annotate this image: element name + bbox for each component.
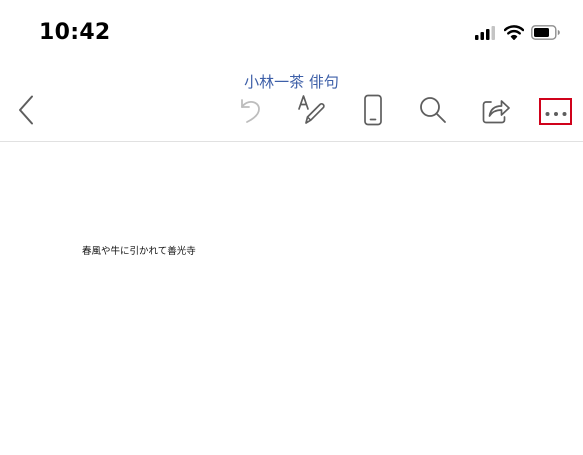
- document-title: 小林一茶 俳句: [244, 73, 339, 91]
- more-icon: [544, 102, 568, 121]
- wifi-icon: [503, 24, 525, 44]
- document-text: 春風や牛に引かれて善光寺: [82, 246, 196, 257]
- share-icon: [481, 95, 511, 129]
- search-icon: [418, 95, 448, 129]
- more-options-button[interactable]: [539, 98, 572, 125]
- search-button[interactable]: [416, 95, 450, 129]
- document-toolbar: 小林一茶 俳句: [0, 70, 583, 142]
- back-button[interactable]: [9, 95, 43, 129]
- battery-icon: [531, 24, 561, 44]
- draw-button[interactable]: [295, 95, 329, 129]
- undo-icon: [235, 95, 265, 129]
- undo-button[interactable]: [233, 95, 267, 129]
- document-canvas[interactable]: 春風や牛に引かれて善光寺: [0, 142, 583, 455]
- status-bar: 10:42: [0, 0, 583, 70]
- status-icons: [475, 24, 561, 44]
- share-button[interactable]: [479, 95, 513, 129]
- signal-icon: [475, 25, 497, 44]
- mobile-view-button[interactable]: [356, 94, 390, 130]
- draw-icon: [297, 94, 327, 130]
- back-icon: [18, 95, 34, 129]
- status-time: 10:42: [39, 20, 111, 45]
- mobile-view-icon: [363, 94, 383, 130]
